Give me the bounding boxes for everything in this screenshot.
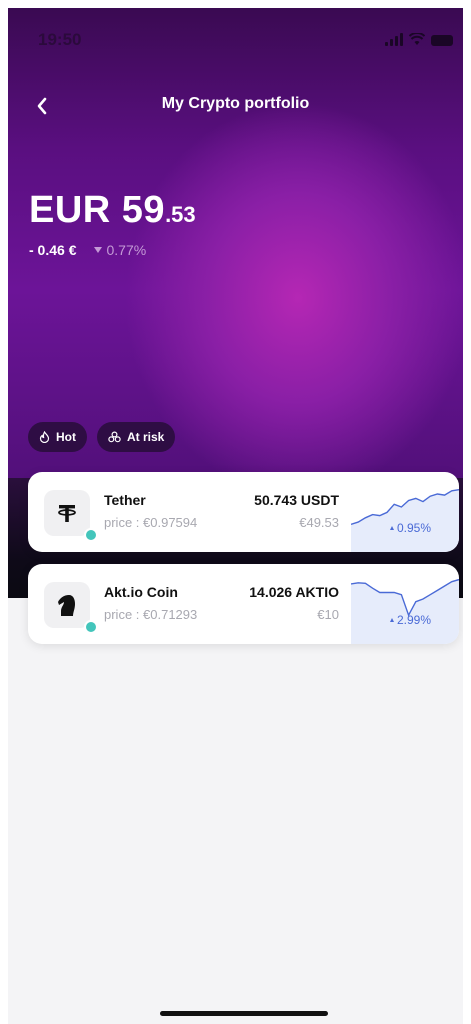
filter-chips: Hot At risk <box>28 422 176 452</box>
status-time: 19:50 <box>38 30 82 49</box>
asset-name: Tether <box>104 492 146 508</box>
filter-chip-label: At risk <box>127 430 165 444</box>
triangle-up-icon <box>389 618 394 622</box>
online-status-dot <box>84 620 98 634</box>
page-title: My Crypto portfolio <box>161 95 310 112</box>
flame-icon <box>39 431 50 443</box>
filter-chip-hot[interactable]: Hot <box>28 422 87 452</box>
triangle-down-icon <box>94 247 103 253</box>
asset-logo <box>44 490 90 536</box>
asset-value: €49.53 <box>299 515 339 530</box>
asset-quantity: 50.743 USDT <box>254 492 339 508</box>
status-icons <box>385 32 453 46</box>
asset-card-tether[interactable]: Tether price : €0.97594 50.743 USDT €49.… <box>28 472 459 552</box>
triangle-up-icon <box>389 526 394 530</box>
home-indicator[interactable] <box>160 1011 328 1016</box>
asset-quantity: 14.026 AKTIO <box>249 584 339 600</box>
screen: 19:50 My Crypto portfolio EUR 59.53 - 0.… <box>8 8 463 1024</box>
change-absolute: - 0.46 € <box>29 242 77 258</box>
battery-icon <box>431 35 453 46</box>
asset-name: Akt.io Coin <box>104 584 178 600</box>
asset-price: price : €0.97594 <box>104 515 198 530</box>
tether-icon <box>58 505 76 522</box>
asset-sparkline <box>351 489 459 552</box>
asset-card-aktio[interactable]: Akt.io Coin price : €0.71293 14.026 AKTI… <box>28 564 459 644</box>
filter-chip-at-risk[interactable]: At risk <box>97 422 176 452</box>
change-percent: 0.77% <box>94 242 146 258</box>
knight-icon <box>58 595 75 616</box>
balance-main: EUR 59 <box>29 189 166 231</box>
wifi-icon <box>409 33 425 45</box>
change-percent-value: 0.77% <box>106 242 147 258</box>
risk-cluster-icon <box>108 431 121 443</box>
asset-logo <box>44 582 90 628</box>
balance-change: - 0.46 € 0.77% <box>29 242 146 258</box>
status-bar: 19:50 <box>8 8 463 58</box>
filter-chip-label: Hot <box>56 430 76 444</box>
asset-change-value: 0.95% <box>396 521 431 535</box>
asset-sparkline <box>351 578 459 644</box>
asset-change: 2.99% <box>389 613 431 627</box>
balance-decimal: .53 <box>165 202 196 227</box>
asset-value: €10 <box>317 607 339 622</box>
online-status-dot <box>84 528 98 542</box>
signal-icon <box>385 33 403 46</box>
asset-price: price : €0.71293 <box>104 607 198 622</box>
sparkline-area <box>351 579 459 644</box>
asset-change: 0.95% <box>389 521 431 535</box>
portfolio-balance: EUR 59.53 <box>29 189 196 232</box>
asset-change-value: 2.99% <box>396 613 431 627</box>
